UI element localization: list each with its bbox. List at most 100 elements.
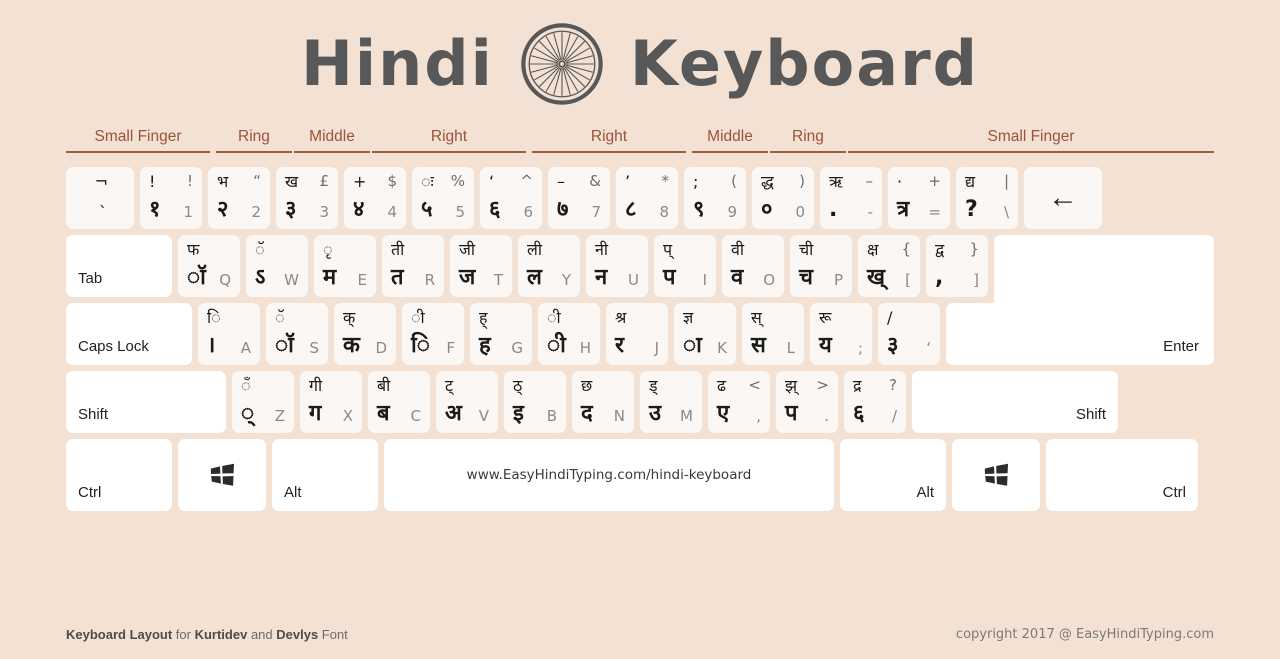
key-8[interactable]: ’ * ८ 8 <box>616 167 678 229</box>
key-c[interactable]: बी ब C <box>368 371 430 433</box>
key-shift-right[interactable]: Shift <box>912 371 1118 433</box>
key-j[interactable]: श्र र J <box>606 303 668 365</box>
key-w[interactable]: ॅ ऽ W <box>246 235 308 297</box>
shift-row: Shiftँ् Z गी ग X बी ब C ट् अ V ठ् इ B छ द N ड् उ M ढ < ए, झ् > प.… <box>66 371 1214 433</box>
key-slash[interactable]: द्र? ६ / <box>844 371 906 433</box>
key-space[interactable]: www.EasyHindiTyping.com/hindi-keyboard <box>384 439 834 511</box>
key-7[interactable]: – & ७ 7 <box>548 167 610 229</box>
key-enter[interactable]: Enter <box>994 235 1214 365</box>
key-bracket-left[interactable]: क्ष {ख् [ <box>858 235 920 297</box>
legend-bottom-right: C <box>410 407 421 425</box>
key-b[interactable]: ठ् इ B <box>504 371 566 433</box>
key-t[interactable]: जी ज T <box>450 235 512 297</box>
key-i[interactable]: प् प I <box>654 235 716 297</box>
key-r[interactable]: ती त R <box>382 235 444 297</box>
key-4[interactable]: + $४ 4 <box>344 167 406 229</box>
legend-top-left: जी <box>459 240 476 259</box>
legend-top-right: ) <box>799 172 805 190</box>
key-minus[interactable]: ऋ –. - <box>820 167 882 229</box>
key-caps-lock-label: Caps Lock <box>78 338 149 355</box>
key-ctrl-left[interactable]: Ctrl <box>66 439 172 511</box>
legend-bottom-right: G <box>511 339 523 357</box>
legend-bottom-right: R <box>424 271 435 289</box>
key-1[interactable]: !! १ 1 <box>140 167 202 229</box>
key-win-left[interactable] <box>178 439 266 511</box>
key-backslash[interactable]: द्य |? \ <box>956 167 1018 229</box>
key-bracket-right[interactable]: द्व},] <box>926 235 988 297</box>
legend-top-left: ¬ <box>94 172 108 191</box>
key-f[interactable]: ीि F <box>402 303 464 365</box>
legend-bottom-left: म <box>323 265 337 290</box>
key-z[interactable]: ँ् Z <box>232 371 294 433</box>
key-caps-lock[interactable]: Caps Lock <box>66 303 192 365</box>
key-9[interactable]: ; (९ 9 <box>684 167 746 229</box>
key-e[interactable]: ृ म E <box>314 235 376 297</box>
key-alt-right[interactable]: Alt <box>840 439 946 511</box>
key-x[interactable]: गी ग X <box>300 371 362 433</box>
key-5[interactable]: ः% ५ 5 <box>412 167 474 229</box>
legend-top-left: ः <box>421 172 434 191</box>
legend-top-right: £ <box>319 172 329 190</box>
key-ctrl-right[interactable]: Ctrl <box>1046 439 1198 511</box>
legend-bottom-left: य <box>819 333 832 358</box>
key-6[interactable]: ‘ ^ ६ 6 <box>480 167 542 229</box>
legend-top-left: · <box>897 172 903 191</box>
key-u[interactable]: नी न U <box>586 235 648 297</box>
legend-bottom-left: ी <box>547 333 566 358</box>
legend-bottom-left: र <box>615 333 624 358</box>
key-d[interactable]: क् क D <box>334 303 396 365</box>
key-o[interactable]: वी व O <box>722 235 784 297</box>
key-equal[interactable]: · + त्र = <box>888 167 950 229</box>
legend-bottom-right: X <box>342 407 353 425</box>
legend-bottom-right: F <box>446 339 455 357</box>
key-3[interactable]: ख £३ 3 <box>276 167 338 229</box>
key-k[interactable]: ज्ञा K <box>674 303 736 365</box>
legend-bottom-left: ज <box>459 265 476 290</box>
legend-bottom-left: उ <box>649 401 662 426</box>
key-enter-lower[interactable] <box>946 303 1004 365</box>
key-backspace[interactable]: ← <box>1024 167 1102 229</box>
legend-bottom-left: ? <box>965 197 978 222</box>
key-0[interactable]: द्ध) ० 0 <box>752 167 814 229</box>
footer-font-devlys: Devlys <box>276 626 319 642</box>
key-a[interactable]: ि । A <box>198 303 260 365</box>
key-semicolon[interactable]: रू य; <box>810 303 872 365</box>
legend-bottom-right: V <box>478 407 489 425</box>
key-shift-left[interactable]: Shift <box>66 371 226 433</box>
legend-top-left: वी <box>731 240 745 259</box>
key-g[interactable]: ह् ह G <box>470 303 532 365</box>
legend-bottom-right: 2 <box>251 203 261 221</box>
legend-top-left: प् <box>663 240 673 259</box>
key-p[interactable]: ची च P <box>790 235 852 297</box>
legend-top-right: + <box>928 172 941 190</box>
key-tab[interactable]: Tab <box>66 235 172 297</box>
finger-guide-group: Small Finger <box>66 128 210 153</box>
key-h[interactable]: ीी H <box>538 303 600 365</box>
key-backtick[interactable]: ¬ ` <box>66 167 134 229</box>
key-v[interactable]: ट् अ V <box>436 371 498 433</box>
key-alt-left[interactable]: Alt <box>272 439 378 511</box>
legend-top-left: छ <box>581 376 593 395</box>
key-y[interactable]: ली ल Y <box>518 235 580 297</box>
legend-bottom-left: व <box>731 265 744 290</box>
legend-bottom-right: [ <box>905 271 911 289</box>
legend-bottom-left: त <box>391 265 404 290</box>
legend-bottom-right: K <box>717 339 727 357</box>
legend-bottom-right: P <box>833 271 843 289</box>
key-s[interactable]: ॅॉ S <box>266 303 328 365</box>
key-m[interactable]: ड् उ M <box>640 371 702 433</box>
legend-bottom-right: \ <box>1003 203 1009 221</box>
legend-top-left: ती <box>391 240 405 259</box>
key-q[interactable]: फॉ Q <box>178 235 240 297</box>
legend-bottom-left: ॉ <box>275 333 294 358</box>
key-comma[interactable]: ढ < ए, <box>708 371 770 433</box>
key-l[interactable]: स् स L <box>742 303 804 365</box>
legend-top-left: – <box>557 172 565 191</box>
key-period[interactable]: झ् > प. <box>776 371 838 433</box>
key-2[interactable]: भ “ २ 2 <box>208 167 270 229</box>
key-quote[interactable]: / ३ ‘ <box>878 303 940 365</box>
key-n[interactable]: छद N <box>572 371 634 433</box>
legend-bottom-left: ए <box>717 401 730 426</box>
legend-top-left: ड् <box>649 376 658 395</box>
key-win-right[interactable] <box>952 439 1040 511</box>
